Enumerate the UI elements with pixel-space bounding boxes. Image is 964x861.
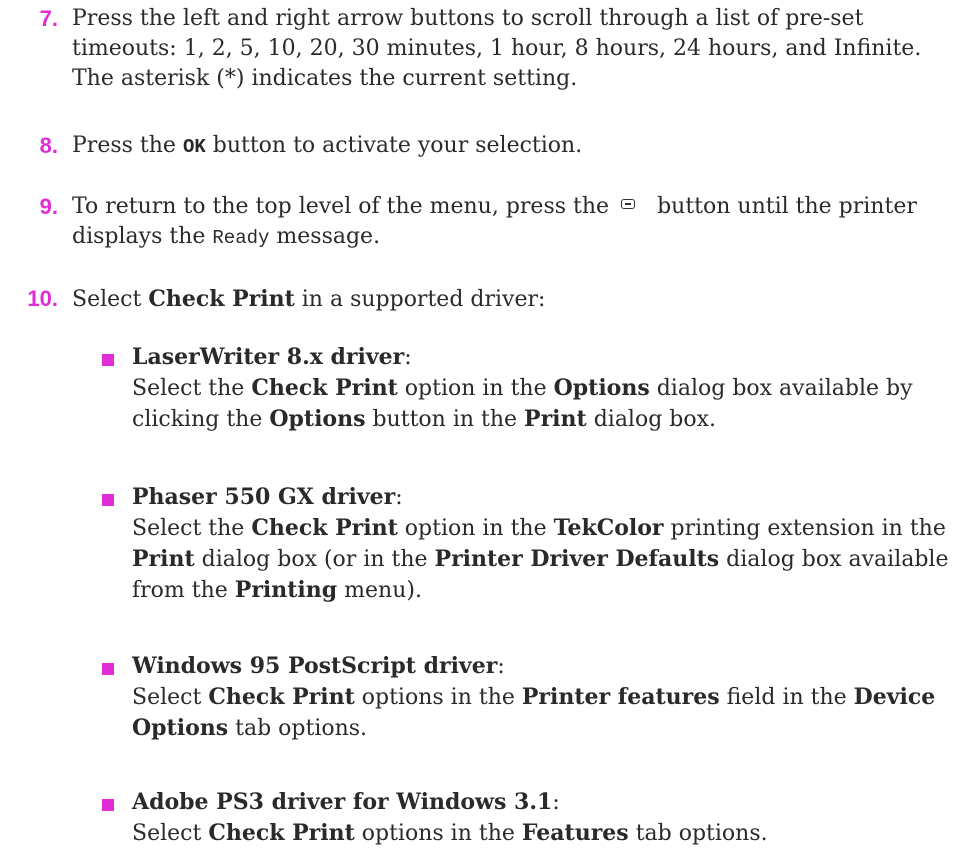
step-number: 10. bbox=[27, 286, 58, 311]
driver-text: Windows 95 PostScript driver: Select Chec… bbox=[132, 651, 952, 744]
driver-text: LaserWriter 8.x driver: Select the Check … bbox=[132, 342, 952, 435]
step-number: 9. bbox=[39, 194, 58, 219]
text-run: options in the bbox=[354, 821, 522, 846]
bullet-square-icon bbox=[102, 354, 114, 366]
text-run: Printer Driver Defaults bbox=[434, 546, 720, 572]
text-run: Select bbox=[132, 685, 209, 710]
text-run: To return to the top level of the menu, … bbox=[72, 194, 610, 219]
text-run: : bbox=[497, 654, 505, 679]
text-run: Press the bbox=[72, 133, 183, 158]
document-page: 7. Press the left and right arrow button… bbox=[0, 0, 964, 861]
text-run: options in the bbox=[354, 685, 522, 710]
text-run: Printing bbox=[234, 577, 338, 603]
text-run: in a supported driver: bbox=[294, 287, 546, 312]
text-run: Options bbox=[269, 406, 366, 432]
text-run: dialog box (or in the bbox=[194, 547, 435, 572]
driver-title: Phaser 550 GX driver bbox=[132, 484, 396, 510]
text-run: printing extension in the bbox=[663, 516, 946, 541]
driver-text: Adobe PS3 driver for Windows 3.1: Select … bbox=[132, 787, 952, 849]
text-run: option in the bbox=[397, 376, 554, 401]
text-run: Select the bbox=[132, 516, 252, 541]
text-run: : bbox=[404, 345, 412, 370]
driver-title: LaserWriter 8.x driver bbox=[132, 344, 405, 370]
text-run: Select bbox=[132, 821, 209, 846]
step-text: To return to the top level of the menu, … bbox=[72, 192, 952, 253]
bullet-square-icon bbox=[102, 494, 114, 506]
text-run: TekColor bbox=[553, 515, 664, 541]
text-run: : bbox=[552, 790, 560, 815]
text-run: Options bbox=[553, 375, 650, 401]
text-run: button to activate your selection. bbox=[205, 133, 583, 158]
text-run: menu). bbox=[337, 578, 422, 603]
step-text: Press the left and right arrow buttons t… bbox=[72, 6, 922, 91]
driver-title: Adobe PS3 driver for Windows 3.1 bbox=[132, 789, 553, 815]
text-run: Select bbox=[72, 287, 149, 312]
text-run: Select the bbox=[132, 376, 252, 401]
text-run: option in the bbox=[397, 516, 554, 541]
text-run: Print bbox=[524, 406, 587, 432]
text-run: Check Print bbox=[208, 820, 355, 846]
step-number: 8. bbox=[39, 133, 58, 158]
text-run: dialog box. bbox=[586, 407, 717, 432]
text-run: button in the bbox=[365, 407, 525, 432]
menu-exit-icon bbox=[621, 199, 636, 209]
text-run: Check Print bbox=[208, 684, 355, 710]
step-text: Select Check Print in a supported driver… bbox=[72, 284, 952, 315]
text-run: Check Print bbox=[251, 375, 398, 401]
text-run: Features bbox=[521, 820, 629, 846]
ok-button-label: OK bbox=[182, 136, 206, 158]
bullet-square-icon bbox=[102, 799, 114, 811]
driver-text: Phaser 550 GX driver: Select the Check Pr… bbox=[132, 482, 952, 606]
driver-title: Windows 95 PostScript driver bbox=[132, 653, 498, 679]
bullet-square-icon bbox=[102, 663, 114, 675]
text-run: field in the bbox=[719, 685, 854, 710]
text-run: Print bbox=[132, 546, 195, 572]
step-number: 7. bbox=[39, 6, 58, 31]
text-run: Check Print bbox=[251, 515, 398, 541]
ready-message: Ready bbox=[212, 227, 270, 249]
step-text: Press the OK button to activate your sel… bbox=[72, 131, 952, 162]
text-run: message. bbox=[269, 224, 381, 249]
text-run: tab options. bbox=[228, 716, 368, 741]
text-run: : bbox=[395, 485, 403, 510]
text-run: tab options. bbox=[628, 821, 768, 846]
text-run: Printer features bbox=[521, 684, 720, 710]
check-print-label: Check Print bbox=[148, 286, 295, 312]
